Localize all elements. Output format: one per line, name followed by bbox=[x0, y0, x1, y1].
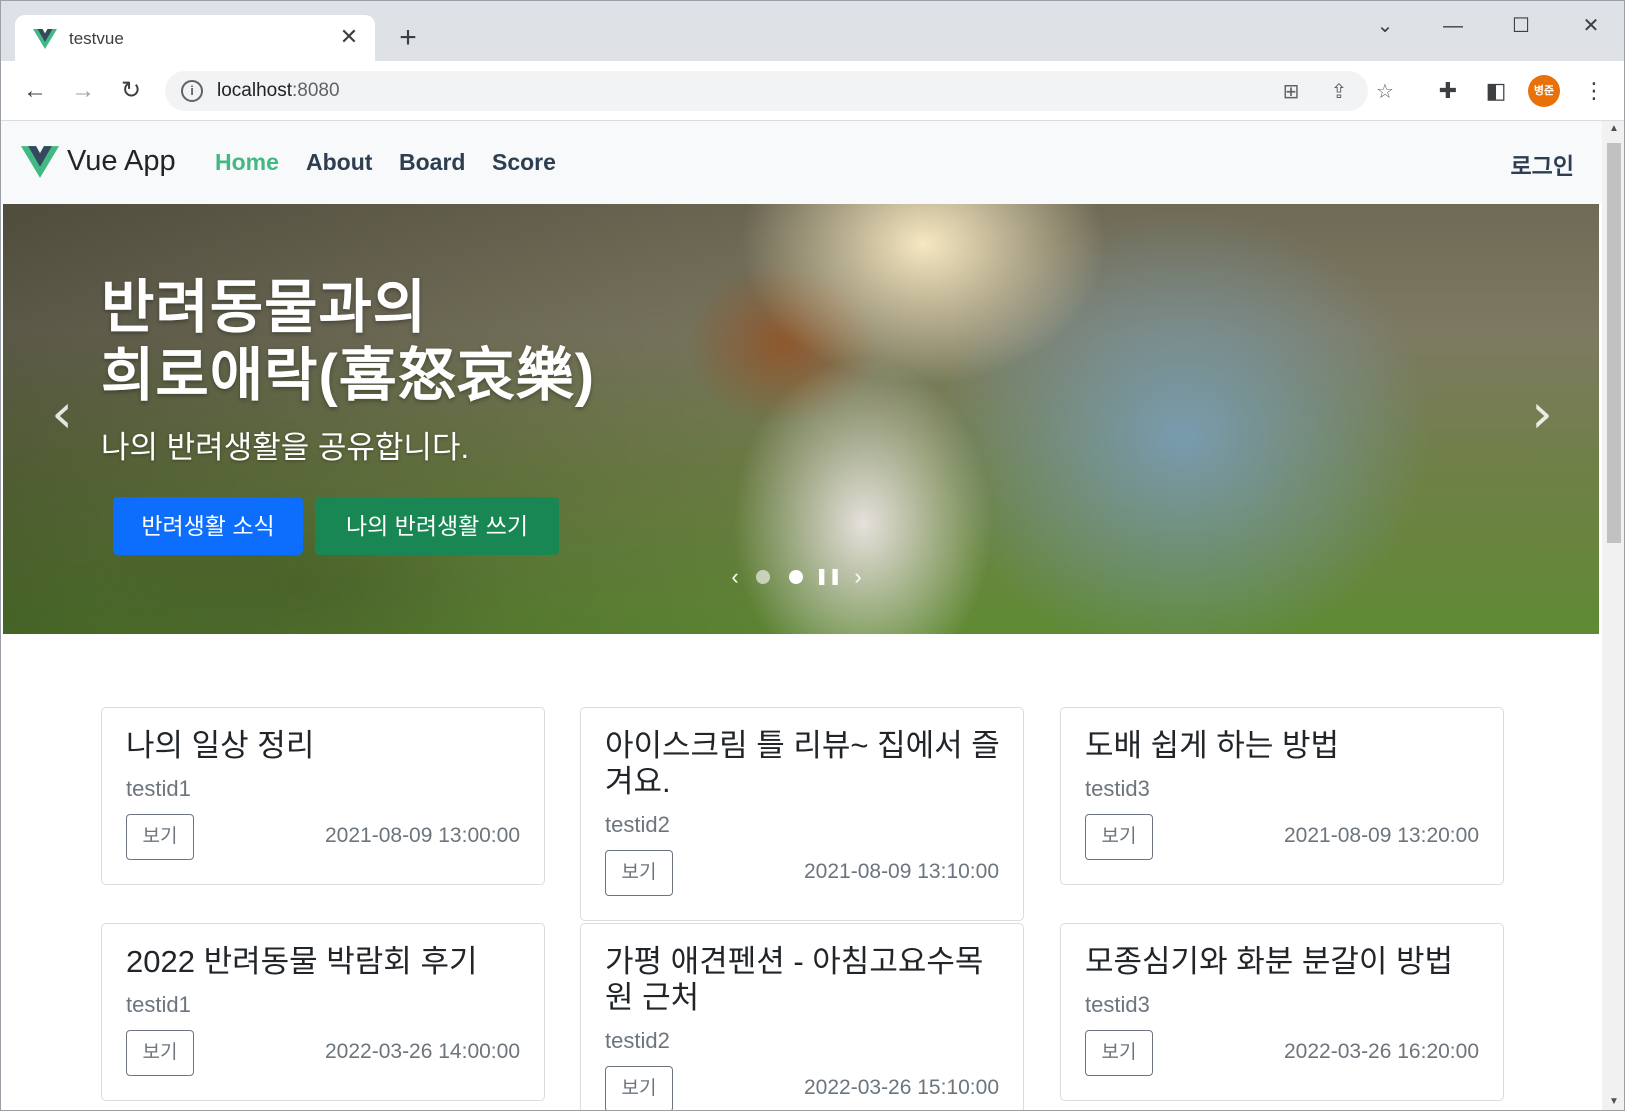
post-author: testid2 bbox=[605, 812, 670, 837]
view-button[interactable]: 보기 bbox=[126, 814, 194, 860]
carousel-indicator-1[interactable] bbox=[756, 570, 770, 584]
post-author: testid1 bbox=[126, 992, 191, 1017]
scroll-up-icon[interactable]: ▲ bbox=[1608, 123, 1620, 134]
hero-carousel: 반려동물과의 희로애락(喜怒哀樂) 나의 반려생활을 공유합니다. 반려생활 소… bbox=[3, 204, 1599, 634]
nav-link-board[interactable]: Board bbox=[399, 149, 465, 176]
share-icon[interactable]: ⇪ bbox=[1325, 78, 1353, 106]
page-viewport: Vue App Home About Board Score 로그인 반려동물과… bbox=[1, 121, 1602, 1110]
write-pet-life-button[interactable]: 나의 반려생활 쓰기 bbox=[315, 497, 559, 555]
post-date: 2021-08-09 13:20:00 bbox=[1284, 824, 1479, 847]
post-title: 도배 쉽게 하는 방법 bbox=[1085, 728, 1339, 763]
post-card: 2022 반려동물 박람회 후기 testid1 보기 2022-03-26 1… bbox=[101, 923, 545, 1101]
post-card: 도배 쉽게 하는 방법 testid3 보기 2021-08-09 13:20:… bbox=[1060, 707, 1504, 885]
post-date: 2022-03-26 14:00:00 bbox=[325, 1040, 520, 1063]
carousel-indicator-2[interactable] bbox=[789, 570, 803, 584]
extensions-icon[interactable]: ✚ bbox=[1433, 76, 1463, 106]
post-author: testid2 bbox=[605, 1028, 670, 1053]
post-author: testid1 bbox=[126, 776, 191, 801]
post-title: 나의 일상 정리 bbox=[126, 728, 315, 763]
carousel-next-icon[interactable]: › bbox=[1517, 379, 1567, 449]
browser-tab[interactable]: testvue ✕ bbox=[15, 15, 375, 61]
url-text[interactable]: localhost:8080 bbox=[217, 80, 340, 102]
hero-image bbox=[3, 204, 1599, 634]
hero-subtitle: 나의 반려생활을 공유합니다. bbox=[101, 430, 470, 465]
minimize-icon[interactable]: — bbox=[1433, 11, 1473, 41]
view-button[interactable]: 보기 bbox=[1085, 814, 1153, 860]
hero-title: 반려동물과의 희로애락(喜怒哀樂) bbox=[101, 275, 596, 408]
maximize-icon[interactable]: ☐ bbox=[1501, 11, 1541, 41]
browser-toolbar: ← → ↻ i localhost:8080 ⊞ ⇪ ☆ ✚ ◧ 병준 ⋮ bbox=[1, 61, 1624, 121]
post-title: 가평 애견펜션 - 아침고요수목원 근처 bbox=[605, 944, 984, 1015]
carousel-prev-small-icon[interactable]: ‹ bbox=[723, 562, 747, 592]
post-date: 2021-08-09 13:10:00 bbox=[804, 860, 999, 883]
tab-search-icon[interactable]: ⌄ bbox=[1365, 11, 1405, 41]
menu-dots-icon[interactable]: ⋮ bbox=[1579, 76, 1609, 106]
post-author: testid3 bbox=[1085, 992, 1150, 1017]
post-card: 나의 일상 정리 testid1 보기 2021-08-09 13:00:00 bbox=[101, 707, 545, 885]
post-card: 모종심기와 화분 분갈이 방법 testid3 보기 2022-03-26 16… bbox=[1060, 923, 1504, 1101]
side-panel-icon[interactable]: ◧ bbox=[1481, 76, 1511, 106]
post-date: 2022-03-26 16:20:00 bbox=[1284, 1040, 1479, 1063]
post-author: testid3 bbox=[1085, 776, 1150, 801]
back-icon[interactable]: ← bbox=[17, 73, 53, 109]
post-title: 아이스크림 틀 리뷰~ 집에서 즐겨요. bbox=[605, 728, 1000, 799]
carousel-prev-icon[interactable]: ‹ bbox=[37, 379, 87, 449]
profile-avatar[interactable]: 병준 bbox=[1528, 75, 1560, 107]
new-tab-icon[interactable]: + bbox=[393, 23, 423, 53]
address-bar[interactable]: i localhost:8080 ⊞ ⇪ ☆ bbox=[165, 71, 1394, 111]
post-title: 2022 반려동물 박람회 후기 bbox=[126, 944, 478, 979]
scroll-thumb[interactable] bbox=[1607, 143, 1621, 543]
bookmark-star-icon[interactable]: ☆ bbox=[1371, 78, 1399, 106]
nav-link-about[interactable]: About bbox=[306, 149, 372, 176]
reload-icon[interactable]: ↻ bbox=[113, 73, 149, 109]
vue-logo-icon bbox=[33, 29, 57, 49]
page-scrollbar[interactable]: ▲ ▼ bbox=[1602, 121, 1624, 1110]
pet-news-button[interactable]: 반려생활 소식 bbox=[113, 497, 303, 555]
brand-name[interactable]: Vue App bbox=[67, 145, 176, 178]
nav-link-home[interactable]: Home bbox=[215, 149, 279, 176]
carousel-pause-icon[interactable]: ❚❚ bbox=[815, 562, 842, 592]
nav-link-score[interactable]: Score bbox=[492, 149, 556, 176]
site-info-icon[interactable]: i bbox=[181, 80, 203, 102]
view-button[interactable]: 보기 bbox=[605, 1066, 673, 1110]
app-navbar: Vue App Home About Board Score 로그인 bbox=[1, 121, 1602, 204]
scroll-down-icon[interactable]: ▼ bbox=[1608, 1096, 1620, 1107]
tab-title: testvue bbox=[69, 29, 124, 48]
close-window-icon[interactable]: ✕ bbox=[1571, 11, 1611, 41]
login-link[interactable]: 로그인 bbox=[1511, 147, 1574, 181]
tab-strip: testvue ✕ + ⌄ — ☐ ✕ bbox=[1, 1, 1624, 61]
translate-icon[interactable]: ⊞ bbox=[1277, 78, 1305, 106]
vue-logo-icon[interactable] bbox=[21, 143, 59, 181]
post-card: 가평 애견펜션 - 아침고요수목원 근처 testid2 보기 2022-03-… bbox=[580, 923, 1024, 1110]
view-button[interactable]: 보기 bbox=[126, 1030, 194, 1076]
carousel-next-small-icon[interactable]: › bbox=[846, 562, 870, 592]
post-title: 모종심기와 화분 분갈이 방법 bbox=[1085, 944, 1454, 979]
forward-icon[interactable]: → bbox=[65, 73, 101, 109]
post-date: 2021-08-09 13:00:00 bbox=[325, 824, 520, 847]
post-card: 아이스크림 틀 리뷰~ 집에서 즐겨요. testid2 보기 2021-08-… bbox=[580, 707, 1024, 921]
view-button[interactable]: 보기 bbox=[605, 850, 673, 896]
close-tab-icon[interactable]: ✕ bbox=[337, 25, 361, 49]
post-date: 2022-03-26 15:10:00 bbox=[804, 1076, 999, 1099]
view-button[interactable]: 보기 bbox=[1085, 1030, 1153, 1076]
browser-window: testvue ✕ + ⌄ — ☐ ✕ ← → ↻ i localhost:80… bbox=[0, 0, 1625, 1111]
